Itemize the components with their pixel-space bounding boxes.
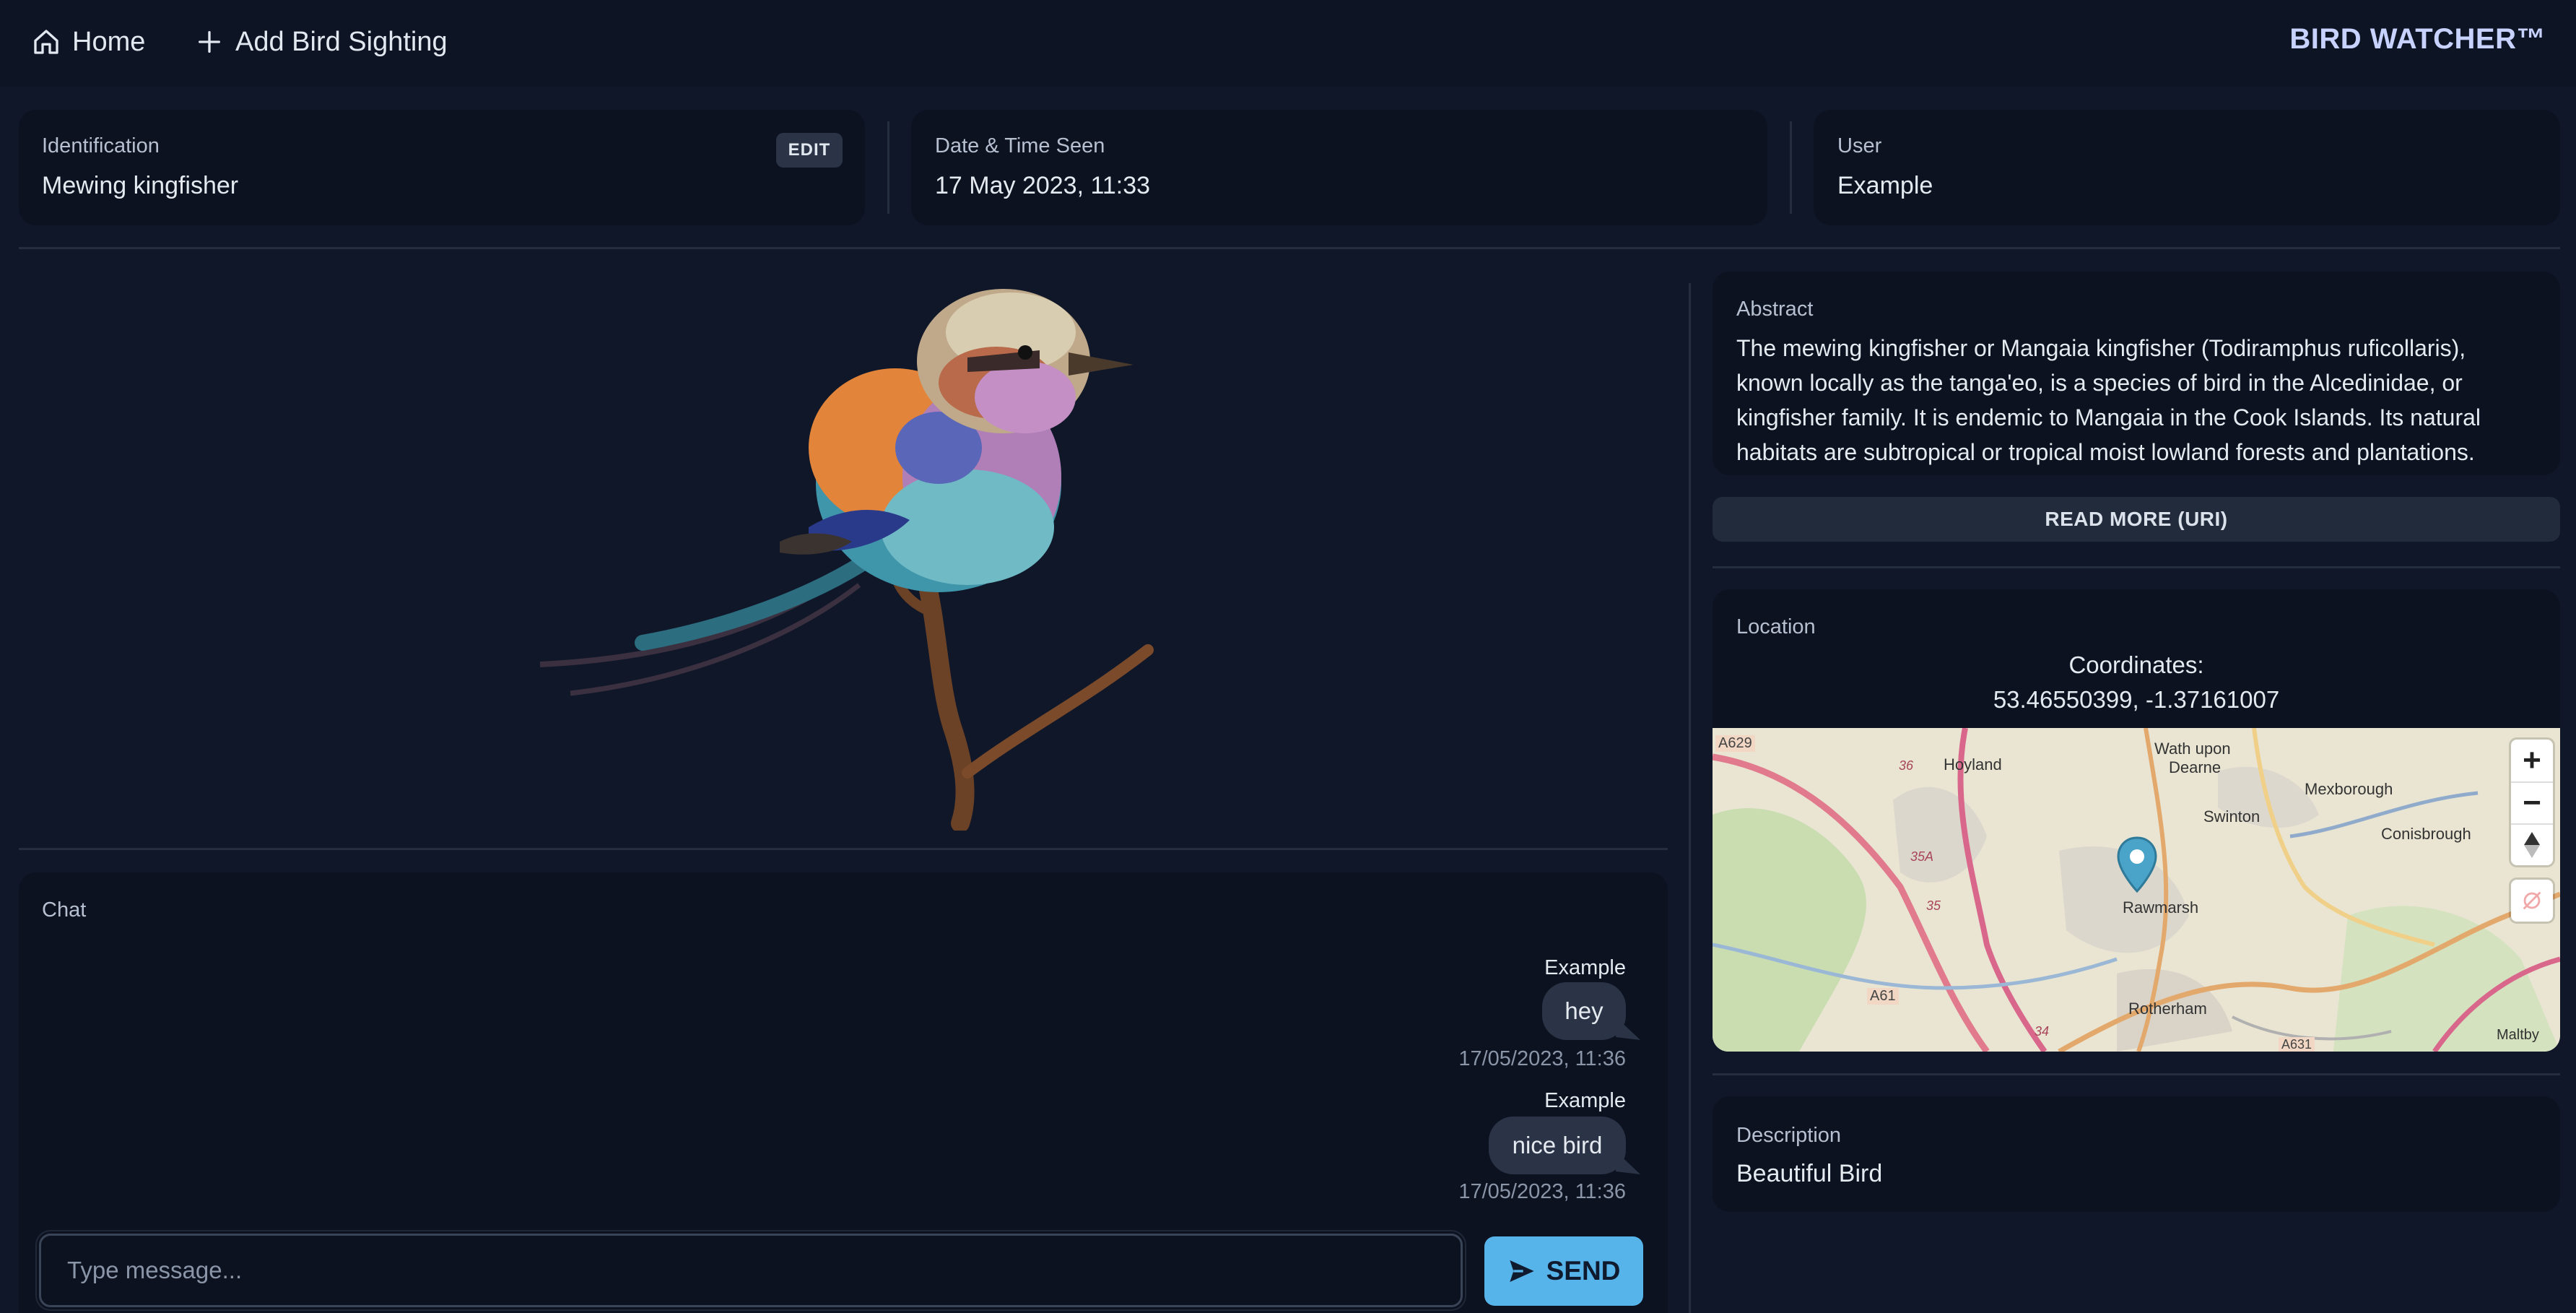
chat-timestamp: 17/05/2023, 11:36 [1458,1180,1626,1203]
bubble-tail [1616,1017,1640,1040]
home-link[interactable]: Home [32,20,145,64]
date-value: 17 May 2023, 11:33 [935,172,1151,199]
chat-timestamp: 17/05/2023, 11:36 [1458,1047,1626,1070]
top-navigation-bar: Home Add Bird Sighting BIRD WATCHER™ [0,0,2576,87]
map-pin-icon[interactable] [2115,836,2159,894]
chat-message-bubble: nice bird [1489,1117,1626,1174]
map-label: Rotherham [2128,1000,2207,1018]
edit-button[interactable]: EDIT [776,133,843,168]
divider [1689,283,1691,1313]
map-label: Swinton [2203,807,2260,826]
bubble-tail [1616,1151,1640,1174]
map-zoom-controls: + − [2511,740,2553,865]
geolocate-button[interactable] [2511,880,2553,922]
map-label: Mexborough [2305,780,2393,798]
identification-label: Identification [42,134,160,157]
description-card [1713,1096,2560,1212]
map-label: A61 [1867,988,1899,1005]
user-card [1814,110,2560,225]
send-label: SEND [1546,1256,1621,1286]
message-input[interactable] [35,1230,1466,1311]
map-label: A631 [2279,1037,2315,1052]
identification-card [19,110,865,225]
divider [1713,1073,2560,1075]
send-icon [1509,1260,1534,1282]
date-card [911,110,1767,225]
location-map[interactable]: A629 Hoyland Wath upon Dearne Mexborough… [1713,728,2560,1052]
abstract-text: The mewing kingfisher or Mangaia kingfis… [1736,335,2481,465]
home-label: Home [72,26,146,57]
map-label: Dearne [2169,758,2222,776]
add-bird-sighting-label: Add Bird Sighting [235,26,448,57]
chat-label: Chat [42,898,87,922]
divider [1790,121,1792,214]
read-more-button[interactable]: READ MORE (URI) [1713,497,2560,542]
divider [19,848,1668,850]
map-label: Hoyland [1944,755,2002,774]
description-value: Beautiful Bird [1736,1160,1883,1187]
user-label: User [1837,134,1882,157]
chat-author: Example [1544,1089,1626,1112]
map-label: A629 [1715,735,1755,752]
user-value: Example [1837,172,1933,199]
map-label: Maltby [2497,1027,2539,1043]
map-label: Wath upon [2154,740,2231,758]
identification-value: Mewing kingfisher [42,172,239,199]
chat-message-bubble: hey [1542,982,1626,1040]
divider [1713,566,2560,568]
home-icon [34,30,58,54]
description-label: Description [1736,1124,1842,1147]
map-label: 36 [1899,758,1914,773]
map-label: Conisbrough [2381,825,2471,843]
plus-icon [199,31,220,53]
divider [887,121,889,214]
bird-photo [539,289,1154,831]
send-button[interactable]: SEND [1484,1236,1643,1306]
coordinates-label: Coordinates: [2068,651,2204,678]
map-label: 34 [2035,1024,2050,1039]
date-label: Date & Time Seen [935,134,1105,157]
compass-icon[interactable] [2511,823,2553,865]
chat-author: Example [1544,956,1626,979]
map-label: 35A [1910,849,1934,864]
location-label: Location [1736,615,1816,638]
zoom-out-button[interactable]: − [2511,781,2553,823]
zoom-in-button[interactable]: + [2511,740,2553,781]
add-bird-sighting-link[interactable]: Add Bird Sighting [195,20,448,64]
map-label: Rawmarsh [2123,898,2199,916]
divider [19,247,2560,249]
abstract-label: Abstract [1736,298,1814,321]
app-brand: BIRD WATCHER™ [2289,23,2546,55]
coordinates-value: 53.46550399, -1.37161007 [1993,686,2280,713]
geolocate-disabled-icon [2511,880,2553,922]
map-label: 35 [1926,898,1941,913]
